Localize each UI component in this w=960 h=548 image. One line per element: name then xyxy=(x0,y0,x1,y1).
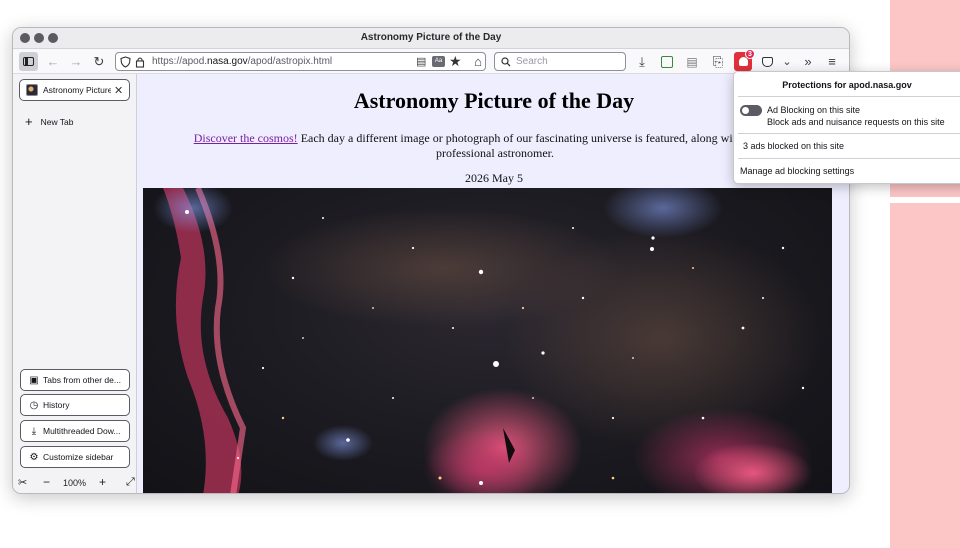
new-tab-label: New Tab xyxy=(40,116,74,127)
zoom-out-button[interactable]: − xyxy=(43,475,50,489)
url-domain: nasa.gov xyxy=(207,56,248,67)
zoom-in-button[interactable]: + xyxy=(99,475,106,489)
downloads-button[interactable]: ⤓ xyxy=(633,52,651,71)
screenshot-button[interactable] xyxy=(658,52,676,71)
title-bar: Astronomy Picture of the Day xyxy=(13,28,849,49)
scissors-icon[interactable]: ✂ xyxy=(18,476,27,489)
nebula-picture xyxy=(153,188,823,493)
tab-label: Astronomy Picture of the Day xyxy=(43,85,111,95)
download-icon: ⤓ xyxy=(639,53,645,69)
toggle-description: Block ads and nuisance requests on this … xyxy=(767,117,945,127)
gear-icon: ⚙ xyxy=(29,451,39,463)
apod-image[interactable] xyxy=(143,188,832,493)
screenshot-icon xyxy=(661,55,673,68)
sidebar-button-label: Tabs from other de... xyxy=(43,375,121,385)
history-button[interactable]: ◷ History xyxy=(20,394,130,416)
reload-icon: ↻ xyxy=(93,53,105,69)
search-placeholder: Search xyxy=(516,56,548,67)
discover-link[interactable]: Discover the cosmos! xyxy=(194,131,298,145)
arrow-right-icon: → xyxy=(69,54,83,69)
devices-icon: ▣ xyxy=(29,374,39,386)
blocked-count-badge: 3 xyxy=(745,49,755,59)
hamburger-icon: ≡ xyxy=(828,54,836,69)
download-icon: ⤓ xyxy=(31,425,37,437)
reader-view-icon[interactable]: ▤ xyxy=(416,55,426,68)
lock-icon[interactable] xyxy=(135,56,145,68)
search-input[interactable]: Search xyxy=(494,52,626,71)
pocket-icon xyxy=(761,56,773,67)
background-panel-bottom xyxy=(890,203,960,548)
status-bar: ✂ − 100% + ⤢ xyxy=(13,473,136,493)
protections-title: Protections for apod.nasa.gov xyxy=(782,80,912,90)
overflow-button[interactable]: » xyxy=(800,52,816,71)
url-text: https://apod.nasa.gov/apod/astropix.html xyxy=(152,56,332,67)
browser-window: Astronomy Picture of the Day ← → ↻ https… xyxy=(12,27,850,494)
menu-button[interactable]: ≡ xyxy=(823,52,841,71)
intro-text-2: professional astronomer. xyxy=(436,146,554,160)
sidebar-button-label: History xyxy=(43,400,70,410)
back-button[interactable]: ← xyxy=(45,52,61,71)
forward-button[interactable]: → xyxy=(68,52,84,71)
window-title: Astronomy Picture of the Day xyxy=(360,32,502,43)
url-prefix: https://apod. xyxy=(152,56,208,67)
apod-favicon-icon xyxy=(26,84,38,96)
sidebar-toggle-button[interactable] xyxy=(19,52,38,71)
ad-blocker-button[interactable]: 3 xyxy=(734,49,755,71)
vertical-tabs-sidebar: Astronomy Picture of the Day ✕ + New Tab… xyxy=(13,74,136,473)
translate-icon[interactable]: Aa xyxy=(432,56,445,67)
intro-text: Each day a different image or photograph… xyxy=(297,131,797,145)
double-chevron-icon: » xyxy=(804,54,812,69)
divider xyxy=(738,133,960,134)
list-all-tabs-button[interactable]: ⌄ xyxy=(779,52,795,71)
page-icon: ▤ xyxy=(686,54,698,69)
ad-blocking-toggle[interactable] xyxy=(740,105,762,116)
close-icon[interactable]: ✕ xyxy=(114,84,123,97)
pocket-button[interactable] xyxy=(758,52,776,71)
home-icon: ⌂ xyxy=(474,54,482,69)
puzzle-icon: ⎘ xyxy=(712,53,724,69)
search-icon xyxy=(501,57,511,67)
new-tab-button[interactable]: + New Tab xyxy=(25,114,74,129)
extensions-button[interactable]: ⎘ xyxy=(709,52,727,71)
manage-ad-blocking-link[interactable]: Manage ad blocking settings xyxy=(740,166,854,176)
downloads-sidebar-button[interactable]: ⤓ Multithreaded Dow... xyxy=(20,420,130,442)
chevron-down-icon: ⌄ xyxy=(782,56,792,68)
fullscreen-icon[interactable]: ⤢ xyxy=(126,476,135,489)
sidebar-icon xyxy=(23,57,34,66)
customize-sidebar-button[interactable]: ⚙ Customize sidebar xyxy=(20,446,130,468)
url-path: /apod/astropix.html xyxy=(247,56,333,67)
protections-panel: Protections for apod.nasa.gov Ad Blockin… xyxy=(733,71,960,184)
shield-icon[interactable] xyxy=(120,56,131,68)
address-bar[interactable]: https://apod.nasa.gov/apod/astropix.html… xyxy=(115,52,486,71)
home-button[interactable]: ⌂ xyxy=(469,52,487,71)
reload-button[interactable]: ↻ xyxy=(91,52,107,71)
divider xyxy=(738,96,960,97)
ad-blocker-icon xyxy=(738,57,748,66)
bookmark-star-icon[interactable]: ★ xyxy=(449,53,462,70)
zoom-level[interactable]: 100% xyxy=(63,478,86,488)
divider xyxy=(738,158,960,159)
ads-blocked-count: 3 ads blocked on this site xyxy=(743,141,845,151)
sidebar-button-label: Customize sidebar xyxy=(43,452,114,462)
toggle-label: Ad Blocking on this site xyxy=(767,105,861,115)
tab-astronomy[interactable]: Astronomy Picture of the Day ✕ xyxy=(19,79,130,101)
tabs-other-devices-button[interactable]: ▣ Tabs from other de... xyxy=(20,369,130,391)
sidebar-button-label: Multithreaded Dow... xyxy=(43,426,121,436)
nav-toolbar: ← → ↻ https://apod.nasa.gov/apod/astropi… xyxy=(13,49,849,74)
arrow-left-icon: ← xyxy=(46,54,60,69)
plus-icon: + xyxy=(25,114,33,129)
history-icon: ◷ xyxy=(29,399,39,411)
reader-button[interactable]: ▤ xyxy=(683,52,701,71)
